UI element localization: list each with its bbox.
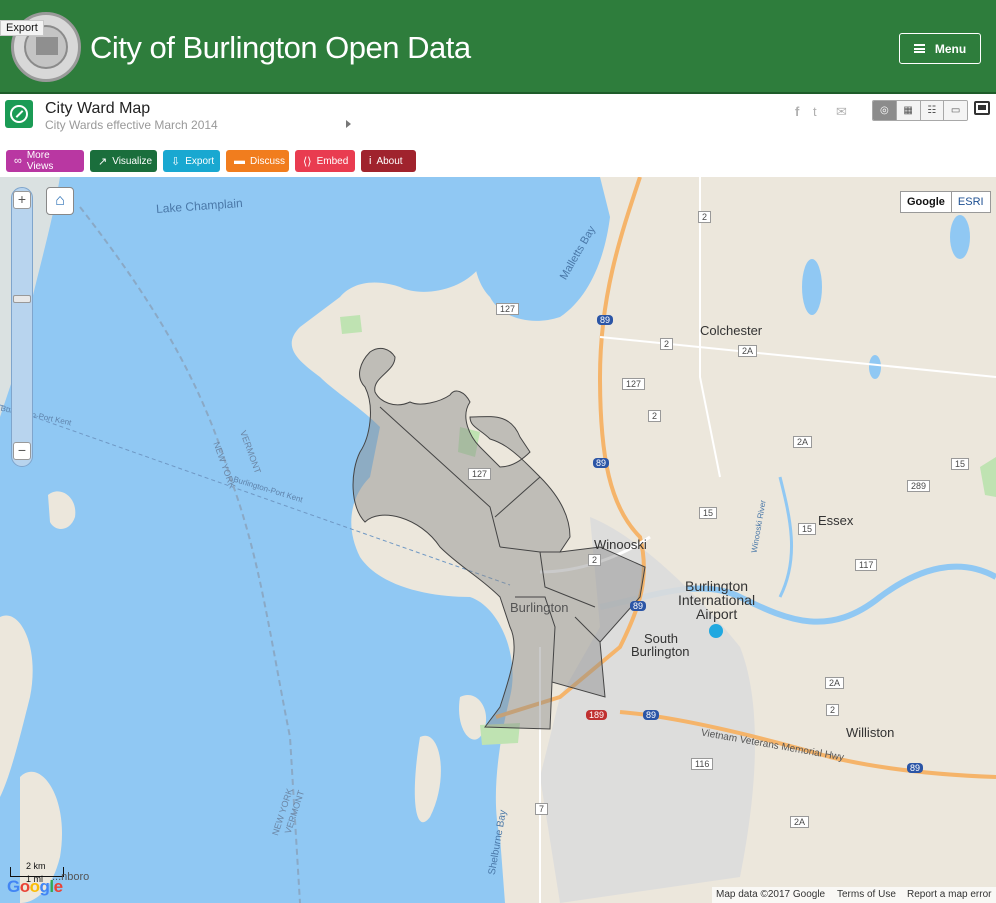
grid-view-icon[interactable]: ▦ [896, 101, 921, 120]
route-shield: 289 [907, 480, 931, 492]
visualize-button[interactable]: ↗ Visualize [90, 150, 157, 172]
route-shield: 15 [798, 523, 817, 535]
email-icon[interactable]: ✉ [836, 104, 847, 120]
colchester-label: Colchester [700, 323, 763, 338]
export-tooltip: Export [0, 20, 44, 36]
route-shield: 116 [691, 758, 714, 770]
embed-button[interactable]: ⟨⟩ Embed [295, 150, 355, 172]
compass-icon [5, 100, 33, 128]
zoom-in-button[interactable]: + [13, 191, 31, 209]
more-views-label: More Views [26, 150, 54, 172]
dataset-info-bar: City Ward Map City Wards effective March… [0, 96, 996, 146]
expand-details-icon[interactable] [346, 120, 351, 128]
zoom-out-button[interactable]: − [13, 442, 31, 460]
menu-label: Menu [934, 41, 967, 56]
basemap-google-button[interactable]: Google [901, 192, 952, 212]
about-button[interactable]: i About [361, 150, 416, 172]
fullscreen-icon[interactable] [974, 101, 990, 115]
route-shield: 2 [826, 704, 840, 716]
winooski-label: Winooski [594, 537, 647, 552]
export-label: Export [185, 155, 215, 167]
code-icon: ⟨⟩ [303, 155, 312, 168]
south-burlington-label-line2: Burlington [631, 644, 690, 659]
embed-label: Embed [316, 155, 349, 167]
route-shield: 2 [648, 410, 662, 422]
route-shield: 2 [660, 338, 674, 350]
route-shield: 2A [738, 345, 758, 357]
interstate-shield: 189 [586, 710, 608, 720]
hamburger-icon [913, 44, 925, 53]
basemap-esri-button[interactable]: ESRI [952, 192, 990, 212]
interstate-shield: 89 [593, 458, 610, 468]
route-shield: 2 [588, 554, 602, 566]
more-views-button[interactable]: ∞ More Views [6, 150, 84, 172]
map-canvas[interactable]: Lake Champlain Malletts Bay Colchester W… [0, 177, 996, 903]
about-label: About [376, 155, 403, 167]
route-shield: 2 [698, 211, 712, 223]
route-shield: 7 [535, 803, 549, 815]
route-shield: 15 [699, 507, 718, 519]
list-view-icon[interactable]: ☷ [920, 101, 945, 120]
route-shield: 15 [951, 458, 970, 470]
site-title[interactable]: City of Burlington Open Data [90, 30, 471, 66]
map-base-graphic [0, 177, 996, 903]
scale-km-label: 2 km [26, 861, 46, 871]
view-mode-toggle: ◎ ▦ ☷ ▭ [872, 100, 968, 121]
route-shield: 117 [855, 559, 878, 571]
route-shield: 127 [468, 468, 492, 480]
interstate-shield: 89 [597, 315, 614, 325]
dataset-title: City Ward Map [45, 100, 151, 117]
chart-icon: ↗ [98, 155, 108, 168]
info-icon: i [369, 155, 372, 167]
binoculars-icon: ∞ [14, 155, 22, 167]
route-shield: 127 [622, 378, 646, 390]
route-shield: 2A [790, 816, 810, 828]
discuss-button[interactable]: ▬ Discuss [226, 150, 289, 172]
route-shield: 2A [793, 436, 813, 448]
terms-of-use-link[interactable]: Terms of Use [837, 889, 896, 900]
burlington-label: Burlington [510, 600, 569, 615]
map-data-attribution: Map data ©2017 Google [716, 889, 826, 900]
interstate-shield: 89 [907, 763, 924, 773]
twitter-icon[interactable]: t [813, 104, 817, 119]
menu-button[interactable]: Menu [899, 33, 981, 64]
williston-label: Williston [846, 725, 895, 740]
site-header: Export City of Burlington Open Data Menu [0, 0, 996, 94]
export-icon: ⇩ [171, 155, 181, 168]
essex-label: Essex [818, 513, 854, 528]
dataset-subtitle: City Wards effective March 2014 [45, 118, 218, 132]
zoom-slider-rail[interactable] [11, 187, 33, 467]
discuss-label: Discuss [250, 155, 286, 167]
visualize-label: Visualize [112, 155, 153, 167]
airport-label-line3: Airport [696, 606, 738, 622]
interstate-shield: 89 [643, 710, 660, 720]
report-map-error-link[interactable]: Report a map error [907, 889, 991, 900]
google-logo: Google [7, 877, 63, 896]
page-view-icon[interactable]: ▭ [944, 101, 967, 120]
home-extent-icon[interactable]: ⌂ [46, 187, 74, 215]
map-view-icon[interactable]: ◎ [873, 101, 897, 120]
route-shield: 2A [825, 677, 845, 689]
basemap-switcher: Google ESRI [900, 191, 991, 213]
comment-icon: ▬ [234, 155, 245, 167]
facebook-icon[interactable]: f [795, 104, 799, 119]
route-shield: 127 [496, 303, 520, 315]
interstate-shield: 89 [630, 601, 647, 611]
export-button[interactable]: ⇩ Export [163, 150, 220, 172]
zoom-slider-handle[interactable] [13, 295, 31, 303]
